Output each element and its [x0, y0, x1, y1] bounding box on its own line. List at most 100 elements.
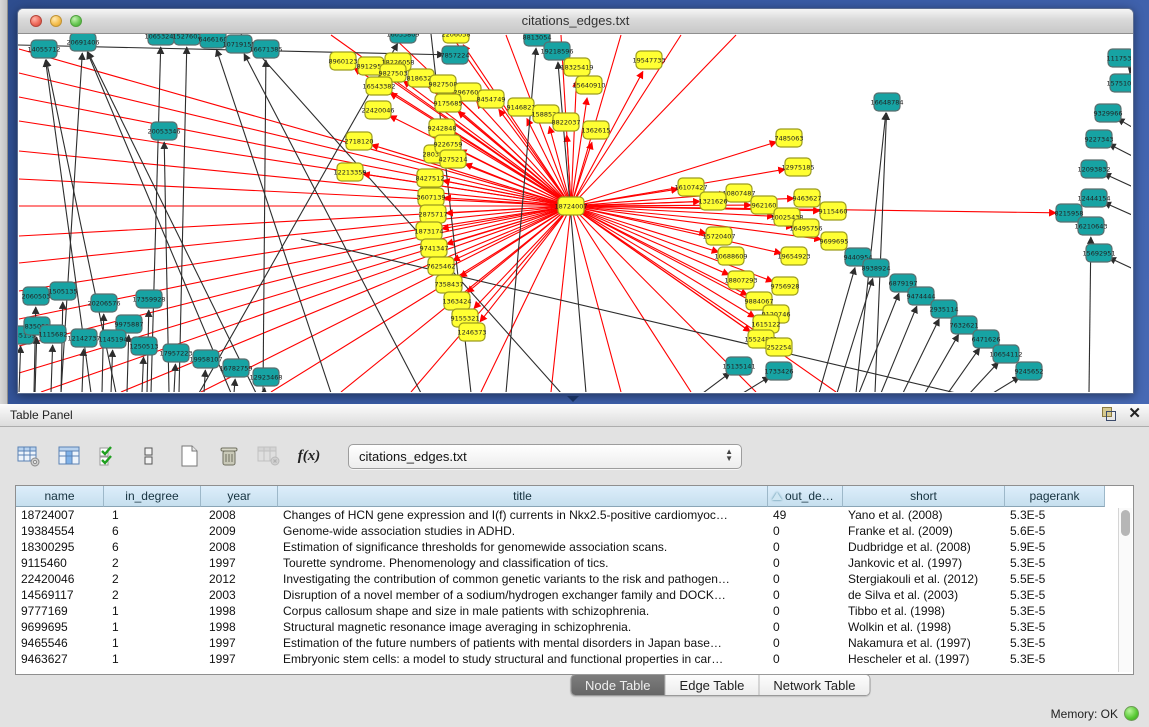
table-cell[interactable]: 14569117: [16, 587, 104, 603]
black-citation-edge[interactable]: [819, 268, 855, 392]
graph-node[interactable]: 22420046: [361, 101, 394, 119]
table-cell[interactable]: 2009: [201, 523, 278, 539]
graph-node[interactable]: 12093832: [1077, 160, 1110, 178]
graph-node[interactable]: 20053346: [147, 122, 180, 140]
red-edge-ray[interactable]: [19, 179, 571, 206]
red-citation-edge[interactable]: [571, 206, 773, 281]
graph-node[interactable]: 2060503: [22, 287, 51, 305]
table-cell[interactable]: 0: [768, 635, 843, 651]
table-cell[interactable]: Dudbridge et al. (2008): [843, 539, 1005, 555]
graph-node[interactable]: 15751074: [1106, 74, 1131, 92]
graph-node[interactable]: 20206576: [87, 294, 120, 312]
table-cell[interactable]: 0: [768, 523, 843, 539]
table-cell[interactable]: 1997: [201, 555, 278, 571]
graph-node[interactable]: 2206058: [442, 34, 471, 43]
black-citation-edge[interactable]: [216, 49, 331, 392]
graph-node[interactable]: 9329966: [1094, 104, 1123, 122]
table-cell[interactable]: Structural magnetic resonance image aver…: [278, 619, 768, 635]
graph-node[interactable]: 252254: [766, 338, 792, 356]
black-citation-edge[interactable]: [703, 373, 730, 392]
table-cell[interactable]: 22420046: [16, 571, 104, 587]
table-cell[interactable]: 2: [104, 555, 201, 571]
red-edge-ray[interactable]: [19, 206, 571, 291]
graph-node[interactable]: 16033809: [386, 34, 419, 43]
table-cell[interactable]: Nakamura et al. (1997): [843, 635, 1005, 651]
table-cell[interactable]: Embryonic stem cells: a model to study s…: [278, 651, 768, 667]
graph-node[interactable]: 2718120: [345, 132, 374, 150]
delete-columns-icon[interactable]: [214, 441, 244, 471]
graph-node[interactable]: 10688609: [714, 247, 747, 265]
graph-node[interactable]: 9175685: [434, 94, 463, 112]
table-cell[interactable]: Hescheler et al. (1997): [843, 651, 1005, 667]
black-citation-edge[interactable]: [179, 47, 187, 392]
graph-node[interactable]: 7857224: [441, 46, 470, 64]
black-citation-edge[interactable]: [970, 362, 999, 392]
black-citation-edge[interactable]: [1104, 174, 1131, 191]
table-cell[interactable]: Yano et al. (2008): [843, 507, 1005, 523]
table-cell[interactable]: 2008: [201, 539, 278, 555]
graph-node[interactable]: 7358437: [435, 275, 464, 293]
graph-node[interactable]: 8960123: [329, 52, 358, 70]
graph-node[interactable]: 4275214: [439, 150, 468, 168]
graph-node[interactable]: 1363424: [443, 292, 472, 310]
tab-network-table[interactable]: Network Table: [759, 675, 869, 695]
memory-status-indicator[interactable]: [1124, 706, 1139, 721]
column-header-out_de[interactable]: out_de…: [768, 486, 843, 507]
table-cell[interactable]: 49: [768, 507, 843, 523]
graph-node[interactable]: 19958107: [189, 350, 222, 368]
table-cell[interactable]: 2: [104, 571, 201, 587]
graph-node[interactable]: 15135141: [722, 357, 755, 375]
graph-node[interactable]: 16671385: [249, 40, 282, 58]
table-cell[interactable]: 5.3E-5: [1005, 587, 1105, 603]
close-panel-icon[interactable]: ✕: [1128, 407, 1141, 421]
table-selector-dropdown[interactable]: citations_edges.txt ▲▼: [348, 444, 742, 469]
float-window-icon[interactable]: [1102, 407, 1116, 421]
table-cell[interactable]: 1: [104, 507, 201, 523]
table-cell[interactable]: Franke et al. (2009): [843, 523, 1005, 539]
table-cell[interactable]: 2008: [201, 507, 278, 523]
table-cell[interactable]: 2003: [201, 587, 278, 603]
column-header-pagerank[interactable]: pagerank: [1005, 486, 1105, 507]
table-cell[interactable]: 5.3E-5: [1005, 619, 1105, 635]
table-cell[interactable]: 5.3E-5: [1005, 651, 1105, 667]
red-citation-edge[interactable]: [480, 206, 571, 322]
table-cell[interactable]: Wolkin et al. (1998): [843, 619, 1005, 635]
network-window-titlebar[interactable]: citations_edges.txt: [18, 9, 1133, 34]
graph-node[interactable]: 16543382: [362, 77, 395, 95]
table-cell[interactable]: 5.5E-5: [1005, 571, 1105, 587]
graph-node[interactable]: 9756928: [771, 277, 800, 295]
graph-node[interactable]: 1505135: [49, 282, 78, 300]
graph-node[interactable]: 9242848: [428, 119, 457, 137]
graph-node[interactable]: 1115682: [39, 325, 68, 343]
table-cell[interactable]: 18724007: [16, 507, 104, 523]
graph-node[interactable]: 12444154: [1077, 189, 1110, 207]
graph-node[interactable]: 18724007: [554, 197, 587, 215]
black-citation-edge[interactable]: [199, 44, 398, 392]
table-cell[interactable]: 9777169: [16, 603, 104, 619]
table-cell[interactable]: 9465546: [16, 635, 104, 651]
red-citation-edge[interactable]: [371, 145, 571, 206]
graph-node[interactable]: 9699695: [820, 232, 849, 250]
black-citation-edge[interactable]: [174, 364, 175, 392]
graph-node[interactable]: 9227343: [1085, 130, 1114, 148]
graph-node[interactable]: 2935114: [930, 300, 959, 318]
table-cell[interactable]: 6: [104, 523, 201, 539]
black-citation-edge[interactable]: [264, 388, 265, 392]
table-cell[interactable]: 5.3E-5: [1005, 507, 1105, 523]
function-builder-icon[interactable]: f(x): [294, 441, 324, 471]
network-canvas[interactable]: 1405571220691406106532471527602646616010…: [18, 34, 1131, 392]
table-cell[interactable]: 1: [104, 603, 201, 619]
table-scrollbar-thumb[interactable]: [1121, 510, 1130, 536]
graph-node[interactable]: 10654112: [989, 345, 1022, 363]
table-cell[interactable]: 9115460: [16, 555, 104, 571]
graph-node[interactable]: 7625462: [427, 257, 456, 275]
graph-node[interactable]: 1362615: [582, 121, 611, 139]
graph-node[interactable]: 18807293: [724, 271, 757, 289]
black-citation-edge[interactable]: [743, 377, 770, 392]
graph-node[interactable]: 15720407: [702, 227, 735, 245]
graph-node[interactable]: 7485063: [775, 129, 804, 147]
black-citation-edge[interactable]: [925, 335, 959, 392]
graph-node[interactable]: 8427512: [416, 169, 445, 187]
column-header-short[interactable]: short: [843, 486, 1005, 507]
red-citation-edge[interactable]: [453, 206, 571, 261]
